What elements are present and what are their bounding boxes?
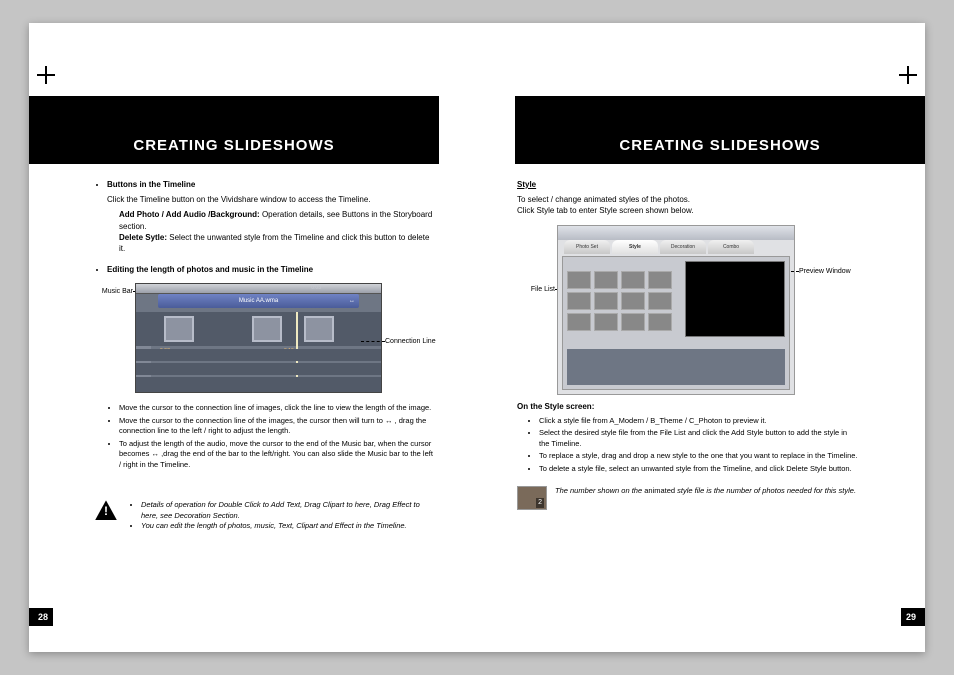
section-heading: Editing the length of photos and music i… xyxy=(107,265,313,274)
list-item: To delete a style file, select an unwant… xyxy=(539,464,859,475)
photo-track xyxy=(136,312,381,346)
list-item: Details of operation for Double Click to… xyxy=(141,500,437,521)
subsection-heading: On the Style screen: xyxy=(517,401,859,412)
body-text: Click the Timeline button on the Vividsh… xyxy=(107,194,437,205)
style-thumb-icon xyxy=(517,486,547,510)
page-number: 29 xyxy=(901,608,925,626)
body-text: To select / change animated styles of th… xyxy=(517,194,859,205)
body-text: Add Photo / Add Audio /Background: Opera… xyxy=(107,209,437,231)
timeline-frame xyxy=(252,316,282,342)
section-heading: Style xyxy=(517,180,536,189)
style-thumb xyxy=(621,271,645,289)
body-text: Click Style tab to enter Style screen sh… xyxy=(517,205,859,216)
timeline-figure: Music Bar 0:03 Music AA.wma↔ 0:07 0:10 xyxy=(95,283,437,393)
style-thumb xyxy=(648,271,672,289)
style-thumb xyxy=(594,292,618,310)
style-thumb xyxy=(621,292,645,310)
page-title: CREATING SLIDESHOWS xyxy=(29,96,439,164)
page-right: CREATING SLIDESHOWS Style To select / ch… xyxy=(477,23,925,652)
crop-mark-icon xyxy=(899,66,917,84)
list-item: To adjust the length of the audio, move … xyxy=(119,439,437,471)
page-content: Style To select / change animated styles… xyxy=(517,179,859,510)
app-titlebar xyxy=(558,226,794,240)
list-item: You can edit the length of photos, music… xyxy=(141,521,437,532)
figure-label: Preview Window xyxy=(799,267,859,277)
timeline-frame xyxy=(304,316,334,342)
warning-icon xyxy=(95,500,117,520)
figure-label: Connection Line xyxy=(385,337,437,347)
manual-spread: CREATING SLIDESHOWS Buttons in the Timel… xyxy=(29,23,925,652)
list-item: Move the cursor to the connection line o… xyxy=(119,403,437,414)
page-left: CREATING SLIDESHOWS Buttons in the Timel… xyxy=(29,23,477,652)
style-thumb xyxy=(594,271,618,289)
preview-window xyxy=(685,261,785,337)
list-item: Select the desired style file from the F… xyxy=(539,428,859,449)
tab-style: Style xyxy=(612,240,658,254)
section-heading: Buttons in the Timeline xyxy=(107,180,195,189)
tab-photoset: Photo Set xyxy=(564,240,610,254)
figure-label: File List xyxy=(517,285,555,295)
figure-label: Music Bar xyxy=(95,287,133,297)
style-thumb xyxy=(567,271,591,289)
page-number: 28 xyxy=(29,608,53,626)
tab-combo: Combo xyxy=(708,240,754,254)
music-bar: Music AA.wma↔ xyxy=(158,294,359,308)
style-thumb xyxy=(567,313,591,331)
style-thumb xyxy=(621,313,645,331)
style-screenshot: Photo Set Style Decoration Combo xyxy=(557,225,795,395)
style-thumb xyxy=(567,292,591,310)
file-list-grid xyxy=(567,271,685,331)
style-thumb xyxy=(648,292,672,310)
bullet-list: Move the cursor to the connection line o… xyxy=(107,403,437,470)
page-content: Buttons in the Timeline Click the Timeli… xyxy=(95,179,437,532)
note-block: Details of operation for Double Click to… xyxy=(95,500,437,532)
thumb-note: The number shown on the animated style f… xyxy=(517,486,859,510)
crop-mark-icon xyxy=(37,66,55,84)
timeline-screenshot: 0:03 Music AA.wma↔ 0:07 0:10 xyxy=(135,283,382,393)
leader-line xyxy=(361,341,385,342)
timeline-frame xyxy=(164,316,194,342)
timeline-ruler xyxy=(136,284,381,294)
list-item: Move the cursor to the connection line o… xyxy=(119,416,437,437)
style-thumb xyxy=(648,313,672,331)
bullet-list: Click a style file from A_Modern / B_The… xyxy=(517,416,859,475)
list-item: Click a style file from A_Modern / B_The… xyxy=(539,416,859,427)
body-text: Delete Sytle: Select the unwanted style … xyxy=(107,232,437,254)
page-title: CREATING SLIDESHOWS xyxy=(515,96,925,164)
style-figure: File List Photo Set Style Decoration Com… xyxy=(517,225,859,395)
tab-bar: Photo Set Style Decoration Combo xyxy=(564,240,788,254)
style-thumb xyxy=(594,313,618,331)
timeline-strip xyxy=(567,349,785,385)
list-item: To replace a style, drag and drop a new … xyxy=(539,451,859,462)
leader-line xyxy=(791,271,799,272)
tab-decoration: Decoration xyxy=(660,240,706,254)
note-text: The number shown on the animated style f… xyxy=(555,486,856,497)
note-list: Details of operation for Double Click to… xyxy=(127,500,437,532)
